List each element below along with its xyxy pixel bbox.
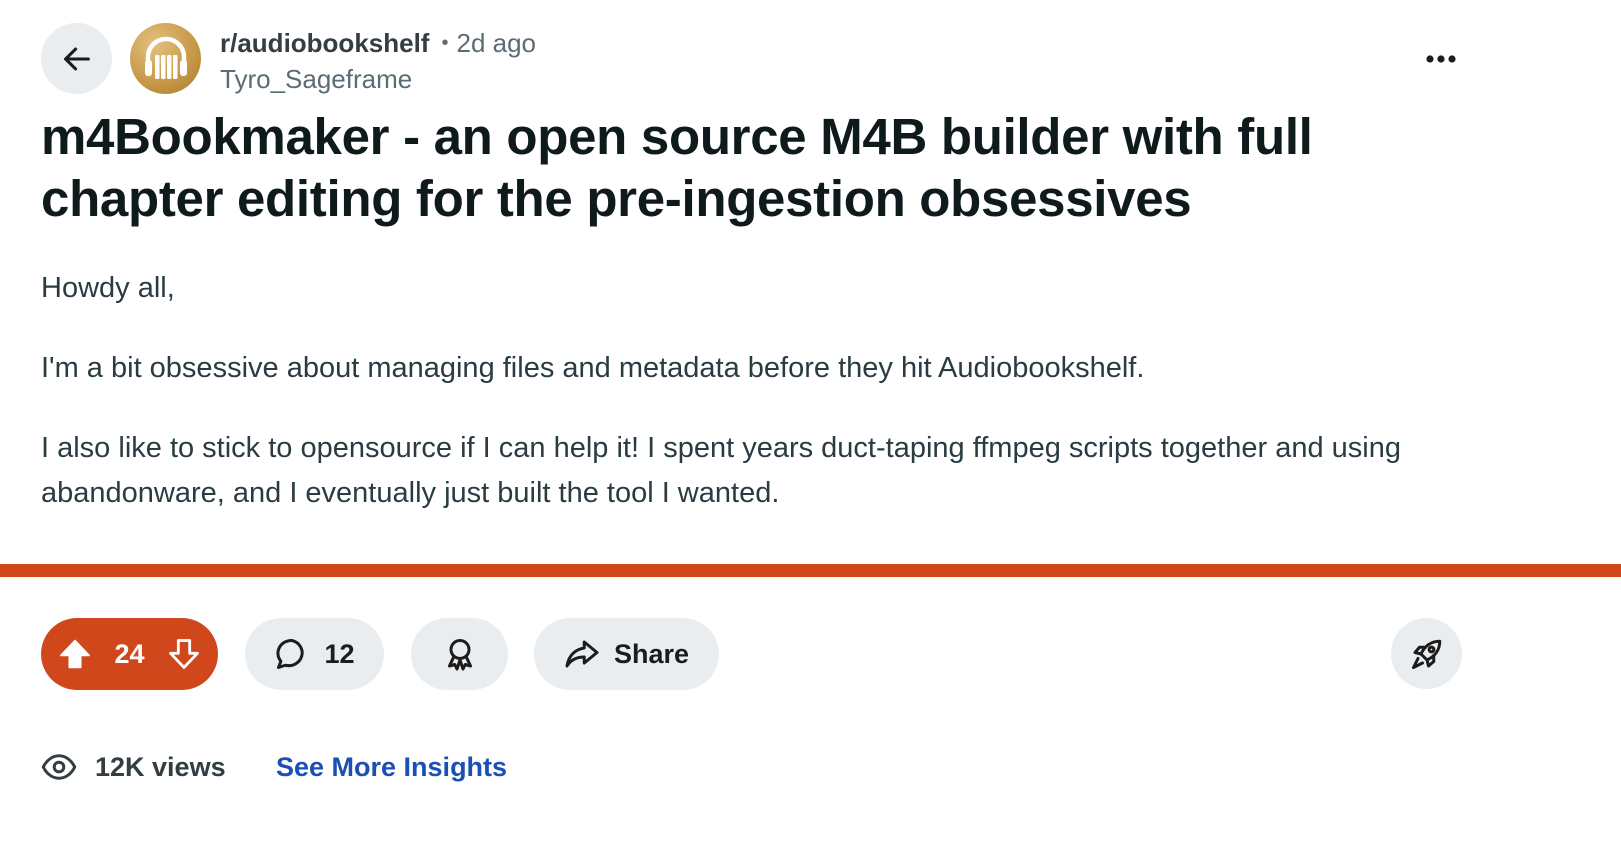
vote-control: 24	[41, 618, 218, 690]
boost-button[interactable]	[1391, 618, 1462, 689]
upvote-button[interactable]	[55, 634, 95, 674]
headphones-books-icon	[144, 36, 187, 79]
post-paragraph: I'm a bit obsessive about managing files…	[41, 352, 1145, 384]
more-options-icon	[1426, 55, 1456, 63]
boost-icon	[1411, 639, 1441, 669]
post-title: m4Bookmaker - an open source M4B builder…	[41, 108, 1313, 227]
downvote-button[interactable]	[164, 634, 204, 674]
meta-line: r/audiobookshelf • 2d ago	[220, 26, 536, 60]
post-page: r/audiobookshelf • 2d ago Tyro_Sageframe…	[0, 0, 1621, 866]
author-name[interactable]: Tyro_Sageframe	[220, 62, 536, 96]
more-options-button[interactable]	[1406, 24, 1476, 94]
post-meta: r/audiobookshelf • 2d ago Tyro_Sageframe	[220, 26, 536, 96]
award-button[interactable]	[411, 618, 508, 690]
comment-icon	[276, 638, 305, 669]
section-divider	[0, 564, 1621, 577]
back-button[interactable]	[41, 23, 112, 94]
see-more-insights-link[interactable]: See More Insights	[276, 752, 507, 783]
subreddit-name[interactable]: r/audiobookshelf	[220, 26, 429, 60]
share-button[interactable]: Share	[534, 618, 719, 690]
award-icon	[447, 639, 472, 671]
meta-separator: •	[441, 32, 449, 54]
comments-button[interactable]: 12	[245, 618, 384, 690]
back-arrow-icon	[63, 47, 90, 70]
downvote-icon	[169, 639, 199, 669]
post-paragraph: I also like to stick to opensource if I …	[41, 432, 1401, 509]
post-timestamp: 2d ago	[456, 28, 537, 58]
share-icon	[565, 640, 599, 668]
post-paragraph: Howdy all,	[41, 272, 175, 304]
subreddit-avatar[interactable]	[130, 23, 201, 94]
eye-icon	[41, 754, 77, 780]
views-stat: 12K views	[41, 749, 226, 785]
vote-count: 24	[114, 638, 145, 669]
upvote-icon	[59, 639, 91, 669]
views-count: 12K views	[95, 751, 226, 782]
comment-count: 12	[324, 638, 355, 669]
share-label: Share	[613, 638, 690, 669]
